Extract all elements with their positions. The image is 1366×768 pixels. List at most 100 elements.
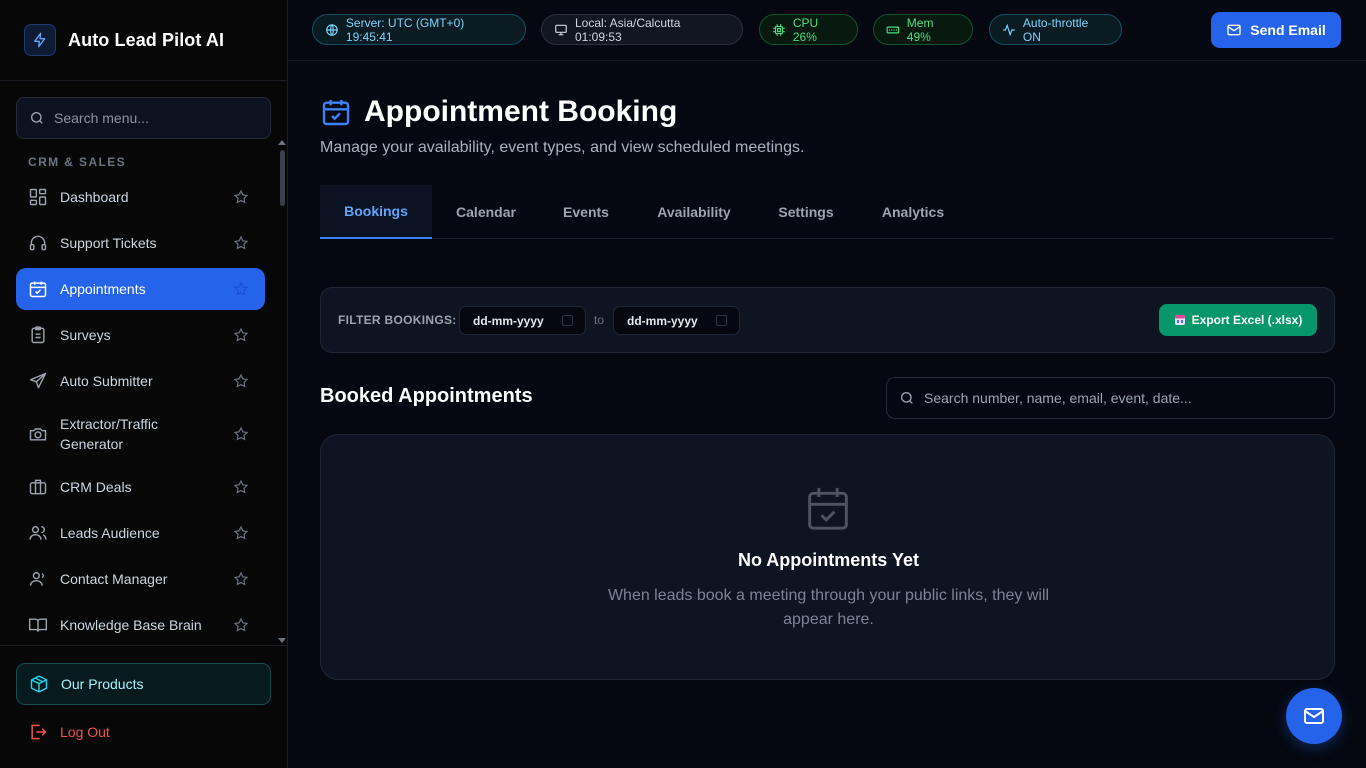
star-icon[interactable] xyxy=(233,327,249,343)
main-content: Appointment Booking Manage your availabi… xyxy=(288,61,1366,768)
sidebar-item-surveys[interactable]: Surveys xyxy=(16,314,265,356)
calendar-picker-icon[interactable] xyxy=(716,315,727,326)
sidebar-scrollbar[interactable] xyxy=(280,150,285,206)
star-icon[interactable] xyxy=(233,235,249,251)
memory-usage: Mem 49% xyxy=(906,15,934,44)
sidebar-item-leads-audience[interactable]: Leads Audience xyxy=(16,512,265,554)
sidebar-item-label: Auto Submitter xyxy=(60,373,153,389)
floating-mail-button[interactable] xyxy=(1286,688,1342,744)
topbar: Server: UTC (GMT+0) 19:45:41 Local: Asia… xyxy=(288,0,1366,61)
memory-pill: Mem 49% xyxy=(873,14,973,45)
globe-icon xyxy=(326,23,338,36)
star-icon[interactable] xyxy=(233,525,249,541)
send-email-button[interactable]: Send Email xyxy=(1211,12,1341,48)
tab-analytics[interactable]: Analytics xyxy=(856,185,970,239)
filter-label: FILTER BOOKINGS: xyxy=(338,313,457,327)
local-time: Local: Asia/Calcutta 01:09:53 xyxy=(574,15,681,44)
booked-search-placeholder: Search number, name, email, event, date.… xyxy=(924,390,1192,406)
tab-settings[interactable]: Settings xyxy=(756,185,856,239)
sidebar-item-label: Contact Manager xyxy=(60,571,168,587)
sidebar-footer: Our Products Log Out xyxy=(0,645,287,768)
export-excel-button[interactable]: Export Excel (.xlsx) xyxy=(1159,304,1317,336)
tab-bookings[interactable]: Bookings xyxy=(320,185,432,239)
empty-state-card: No Appointments Yet When leads book a me… xyxy=(320,434,1335,680)
bolt-icon xyxy=(24,24,56,56)
send-icon xyxy=(28,371,48,391)
sidebar-item-auto-submitter[interactable]: Auto Submitter xyxy=(16,360,265,402)
server-time: Server: UTC (GMT+0) 19:45:41 xyxy=(345,15,465,44)
date-from-input[interactable]: dd-mm-yyyy xyxy=(459,306,586,335)
logout-icon xyxy=(31,724,47,740)
sidebar-item-dashboard[interactable]: Dashboard xyxy=(16,176,265,218)
date-from-placeholder: dd-mm-yyyy xyxy=(473,313,544,328)
box-icon xyxy=(30,675,48,693)
monitor-icon xyxy=(555,24,567,35)
auto-throttle-status: Auto-throttle ON xyxy=(1022,15,1089,44)
brand: Auto Lead Pilot AI xyxy=(0,0,287,81)
booked-appointments-title: Booked Appointments xyxy=(320,385,533,407)
camera-icon xyxy=(28,424,48,444)
sidebar-item-label: Appointments xyxy=(60,281,146,297)
tab-events[interactable]: Events xyxy=(540,185,632,239)
sidebar-item-label: Surveys xyxy=(60,327,111,343)
sidebar-search-placeholder: Search menu... xyxy=(54,110,149,126)
page-header: Appointment Booking xyxy=(320,95,677,129)
calendar-check-icon xyxy=(808,487,848,530)
logout-label: Log Out xyxy=(60,724,110,740)
our-products-button[interactable]: Our Products xyxy=(16,663,271,705)
date-to-input[interactable]: dd-mm-yyyy xyxy=(613,306,740,335)
booked-search-input[interactable]: Search number, name, email, event, date.… xyxy=(886,377,1335,419)
empty-state-description: When leads book a meeting through your p… xyxy=(607,587,1050,628)
cpu-pill: CPU 26% xyxy=(759,14,858,45)
sidebar: Auto Lead Pilot AI Search menu... CRM & … xyxy=(0,0,288,768)
empty-state-title: No Appointments Yet xyxy=(737,550,919,570)
sidebar-item-knowledge-base[interactable]: Knowledge Base Brain xyxy=(16,604,265,646)
star-icon[interactable] xyxy=(233,479,249,495)
logout-button[interactable]: Log Out xyxy=(28,722,110,742)
dashboard-icon xyxy=(28,187,48,207)
server-time-pill: Server: UTC (GMT+0) 19:45:41 xyxy=(312,14,526,45)
search-icon xyxy=(31,112,43,124)
sidebar-item-support-tickets[interactable]: Support Tickets xyxy=(16,222,265,264)
star-icon[interactable] xyxy=(233,617,249,633)
sidebar-nav: Dashboard Support Tickets Appointments S… xyxy=(16,176,265,650)
sidebar-item-contact-manager[interactable]: Contact Manager xyxy=(16,558,265,600)
scroll-down-arrow[interactable] xyxy=(278,638,286,643)
star-icon[interactable] xyxy=(233,281,249,297)
calendar-picker-icon[interactable] xyxy=(562,315,573,326)
mail-icon xyxy=(1304,708,1324,724)
sidebar-item-label: Dashboard xyxy=(60,189,129,205)
tab-calendar[interactable]: Calendar xyxy=(432,185,540,239)
contact-icon xyxy=(28,569,48,589)
page-title: Appointment Booking xyxy=(364,95,678,128)
star-icon[interactable] xyxy=(233,426,249,442)
sidebar-item-appointments[interactable]: Appointments xyxy=(16,268,265,310)
sidebar-item-extractor[interactable]: Extractor/Traffic Generator xyxy=(16,406,265,462)
cpu-icon xyxy=(773,23,785,36)
filter-bar: FILTER BOOKINGS: dd-mm-yyyy to dd-mm-yyy… xyxy=(320,287,1335,353)
clipboard-icon xyxy=(28,325,48,345)
sidebar-item-label: Support Tickets xyxy=(60,235,157,251)
sidebar-item-label: Extractor/Traffic Generator xyxy=(60,416,159,452)
scroll-up-arrow[interactable] xyxy=(278,140,286,145)
memory-icon xyxy=(886,26,900,33)
export-excel-label: Export Excel (.xlsx) xyxy=(1191,313,1303,327)
to-label: to xyxy=(594,313,605,327)
users-icon xyxy=(28,523,48,543)
section-label: CRM & SALES xyxy=(28,155,127,169)
sidebar-search-input[interactable]: Search menu... xyxy=(16,97,271,139)
auto-throttle-pill[interactable]: Auto-throttle ON xyxy=(989,14,1122,45)
tab-availability[interactable]: Availability xyxy=(632,185,756,239)
sidebar-item-crm-deals[interactable]: CRM Deals xyxy=(16,466,265,508)
sidebar-item-label: Leads Audience xyxy=(60,525,160,541)
headset-icon xyxy=(28,233,48,253)
date-to-placeholder: dd-mm-yyyy xyxy=(627,313,698,328)
spreadsheet-icon xyxy=(1174,315,1185,325)
star-icon[interactable] xyxy=(233,571,249,587)
our-products-label: Our Products xyxy=(61,676,144,692)
calendar-check-icon xyxy=(322,100,350,126)
star-icon[interactable] xyxy=(233,189,249,205)
star-icon[interactable] xyxy=(233,373,249,389)
send-email-label: Send Email xyxy=(1250,22,1326,38)
book-icon xyxy=(28,615,48,635)
